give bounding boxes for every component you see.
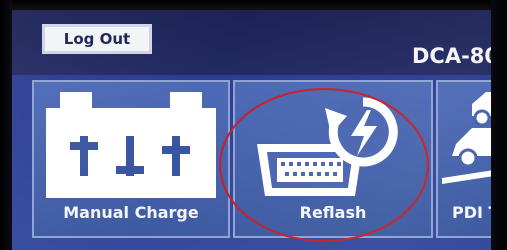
header-bar: Log Out DCA-800( — [12, 10, 507, 75]
tile-label-manual-charge: Manual Charge — [63, 203, 199, 222]
battery-icon — [46, 92, 216, 198]
tile-label-reflash: Reflash — [299, 203, 367, 222]
bezel-top — [0, 0, 507, 10]
device-screen: Log Out DCA-800( Manual Charge — [0, 0, 507, 250]
bezel-left — [0, 0, 12, 250]
manual-charge-tile[interactable]: Manual Charge — [32, 80, 230, 238]
reflash-icon — [257, 97, 398, 196]
bezel-right — [491, 0, 507, 250]
reflash-tile[interactable]: Reflash — [233, 80, 433, 238]
logout-button[interactable]: Log Out — [42, 24, 152, 54]
function-tiles: Manual Charge Reflash PDI To — [12, 80, 507, 240]
